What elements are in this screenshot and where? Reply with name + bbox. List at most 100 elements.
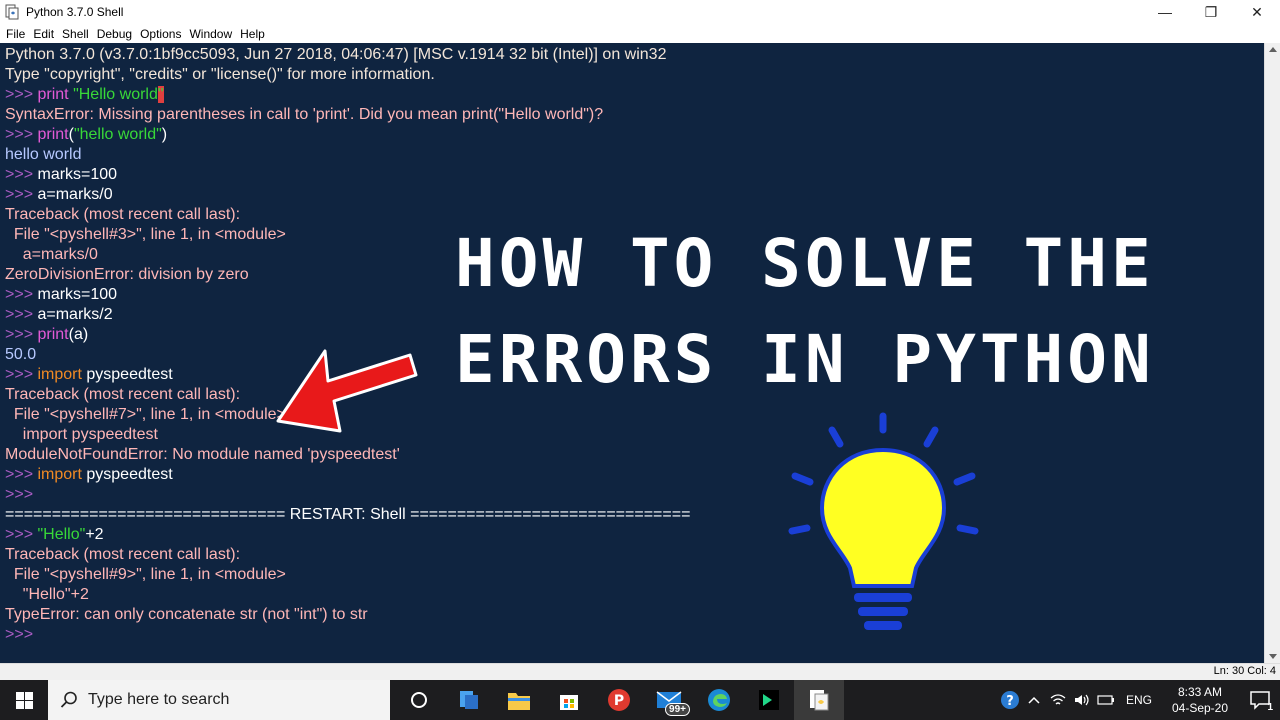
shell-text-segment: print bbox=[37, 86, 74, 103]
menu-file[interactable]: File bbox=[2, 27, 29, 41]
shell-text-segment: >>> bbox=[5, 466, 38, 483]
shell-line: Python 3.7.0 (v3.7.0:1bf9cc5093, Jun 27 … bbox=[5, 45, 690, 65]
svg-text:P: P bbox=[614, 693, 624, 709]
task-view-button[interactable] bbox=[394, 680, 444, 720]
psiphon-icon: P bbox=[608, 689, 630, 711]
shell-text-segment: "Hello world bbox=[73, 86, 158, 103]
wifi-tray-button[interactable] bbox=[1046, 680, 1070, 720]
shell-text-segment: "Hello" bbox=[37, 526, 86, 543]
edge-button[interactable] bbox=[694, 680, 744, 720]
help-icon: ? bbox=[1000, 691, 1019, 709]
wifi-icon bbox=[1050, 694, 1066, 705]
start-button[interactable] bbox=[0, 680, 48, 720]
menu-help[interactable]: Help bbox=[236, 27, 269, 41]
battery-tray-button[interactable] bbox=[1094, 680, 1118, 720]
shell-text-segment: a=marks/2 bbox=[37, 306, 113, 323]
chevron-up-icon bbox=[1028, 696, 1040, 704]
menu-shell[interactable]: Shell bbox=[58, 27, 93, 41]
shell-text-segment: Traceback (most recent call last): bbox=[5, 206, 241, 223]
shell-line: >>> marks=100 bbox=[5, 165, 690, 185]
shell-text-segment: import pyspeedtest bbox=[5, 426, 158, 443]
menu-bar: File Edit Shell Debug Options Window Hel… bbox=[0, 24, 1280, 43]
file-explorer-button[interactable] bbox=[494, 680, 544, 720]
mail-button[interactable]: 99+ bbox=[644, 680, 694, 720]
shell-line: Traceback (most recent call last): bbox=[5, 545, 690, 565]
idle-button[interactable] bbox=[794, 680, 844, 720]
menu-debug[interactable]: Debug bbox=[93, 27, 136, 41]
shell-text-segment: ============================== RESTART: … bbox=[5, 506, 691, 523]
shell-line: >>> bbox=[5, 485, 690, 505]
shell-text-segment: hello world bbox=[5, 146, 82, 163]
idle-icon bbox=[810, 690, 829, 711]
shell-text-segment: Traceback (most recent call last): bbox=[5, 546, 241, 563]
shell-line: >>> import pyspeedtest bbox=[5, 465, 690, 485]
shell-line: >>> a=marks/0 bbox=[5, 185, 690, 205]
shell-text-segment: (a) bbox=[68, 326, 89, 343]
shell-text-segment: " bbox=[157, 86, 164, 103]
minimize-button[interactable]: — bbox=[1142, 0, 1188, 24]
search-placeholder: Type here to search bbox=[88, 691, 230, 708]
python-app-icon bbox=[5, 4, 19, 20]
shell-text-segment: File "<pyshell#9>", line 1, in <module> bbox=[5, 566, 286, 583]
windows-icon bbox=[15, 691, 33, 709]
window-title: Python 3.7.0 Shell bbox=[26, 5, 124, 19]
shell-line: ModuleNotFoundError: No module named 'py… bbox=[5, 445, 690, 465]
python-icon bbox=[460, 691, 478, 709]
headline-line-1: HOW TO SOLVE THE bbox=[455, 225, 1155, 302]
show-hidden-icons-button[interactable] bbox=[1022, 680, 1046, 720]
cursor-position: Ln: 30 Col: 4 bbox=[1213, 665, 1276, 677]
notification-center-button[interactable]: 1 bbox=[1240, 680, 1280, 720]
shell-text-segment: marks=100 bbox=[37, 286, 118, 303]
taskbar-search-box[interactable]: Type here to search bbox=[48, 680, 390, 720]
maximize-button[interactable]: ❐ bbox=[1188, 0, 1234, 24]
scroll-down-icon[interactable] bbox=[1269, 654, 1277, 659]
shell-line: >>> print("hello world") bbox=[5, 125, 690, 145]
language-indicator[interactable]: ENG bbox=[1118, 693, 1160, 707]
shell-line: >>> bbox=[5, 625, 690, 645]
shell-text-segment: >>> bbox=[5, 326, 38, 343]
volume-icon bbox=[1074, 694, 1089, 706]
shell-text-segment: >>> bbox=[5, 86, 38, 103]
clock[interactable]: 8:33 AM 04-Sep-20 bbox=[1160, 684, 1240, 716]
window-controls: — ❐ ✕ bbox=[1142, 0, 1280, 24]
pycharm-button[interactable] bbox=[744, 680, 794, 720]
red-arrow-icon bbox=[276, 349, 418, 433]
psiphon-button[interactable]: P bbox=[594, 680, 644, 720]
shell-line: Type "copyright", "credits" or "license(… bbox=[5, 65, 690, 85]
shell-text-area[interactable]: Python 3.7.0 (v3.7.0:1bf9cc5093, Jun 27 … bbox=[0, 43, 1264, 663]
menu-window[interactable]: Window bbox=[185, 27, 236, 41]
python-taskbar-button[interactable] bbox=[444, 680, 494, 720]
help-tray-button[interactable]: ? bbox=[998, 680, 1022, 720]
shell-text-segment: SyntaxError: Missing parentheses in call… bbox=[5, 106, 604, 123]
scroll-up-icon[interactable] bbox=[1269, 47, 1277, 52]
shell-line: ============================== RESTART: … bbox=[5, 505, 690, 525]
shell-text-segment: >>> bbox=[5, 306, 38, 323]
menu-edit[interactable]: Edit bbox=[29, 27, 58, 41]
shell-text-segment: ) bbox=[161, 126, 168, 143]
svg-text:?: ? bbox=[1006, 694, 1014, 709]
shell-text-segment: >>> bbox=[5, 126, 38, 143]
system-tray: ? ENG 8:33 AM 04-Sep-20 1 bbox=[998, 680, 1280, 720]
volume-tray-button[interactable] bbox=[1070, 680, 1094, 720]
shell-line: SyntaxError: Missing parentheses in call… bbox=[5, 105, 690, 125]
shell-text-segment: File "<pyshell#3>", line 1, in <module> bbox=[5, 226, 286, 243]
lightbulb-icon bbox=[788, 412, 979, 630]
shell-line: hello world bbox=[5, 145, 690, 165]
shell-text-segment: >>> bbox=[5, 526, 38, 543]
title-bar: Python 3.7.0 Shell — ❐ ✕ bbox=[0, 0, 1280, 24]
edge-icon bbox=[708, 689, 730, 711]
pycharm-icon bbox=[759, 690, 779, 710]
shell-text-segment: pyspeedtest bbox=[81, 466, 173, 483]
headline-line-2: ERRORS IN PYTHON bbox=[455, 321, 1155, 398]
shell-text-segment: ModuleNotFoundError: No module named 'py… bbox=[5, 446, 400, 463]
shell-text-segment: TypeError: can only concatenate str (not… bbox=[5, 606, 368, 623]
shell-text-segment: import bbox=[37, 466, 82, 483]
shell-line: "Hello"+2 bbox=[5, 585, 690, 605]
menu-options[interactable]: Options bbox=[136, 27, 185, 41]
shell-text-segment: marks=100 bbox=[37, 166, 118, 183]
store-button[interactable] bbox=[544, 680, 594, 720]
vertical-scrollbar[interactable] bbox=[1264, 43, 1280, 663]
search-icon bbox=[60, 691, 77, 708]
shell-text-segment: import bbox=[37, 366, 82, 383]
close-button[interactable]: ✕ bbox=[1234, 0, 1280, 24]
